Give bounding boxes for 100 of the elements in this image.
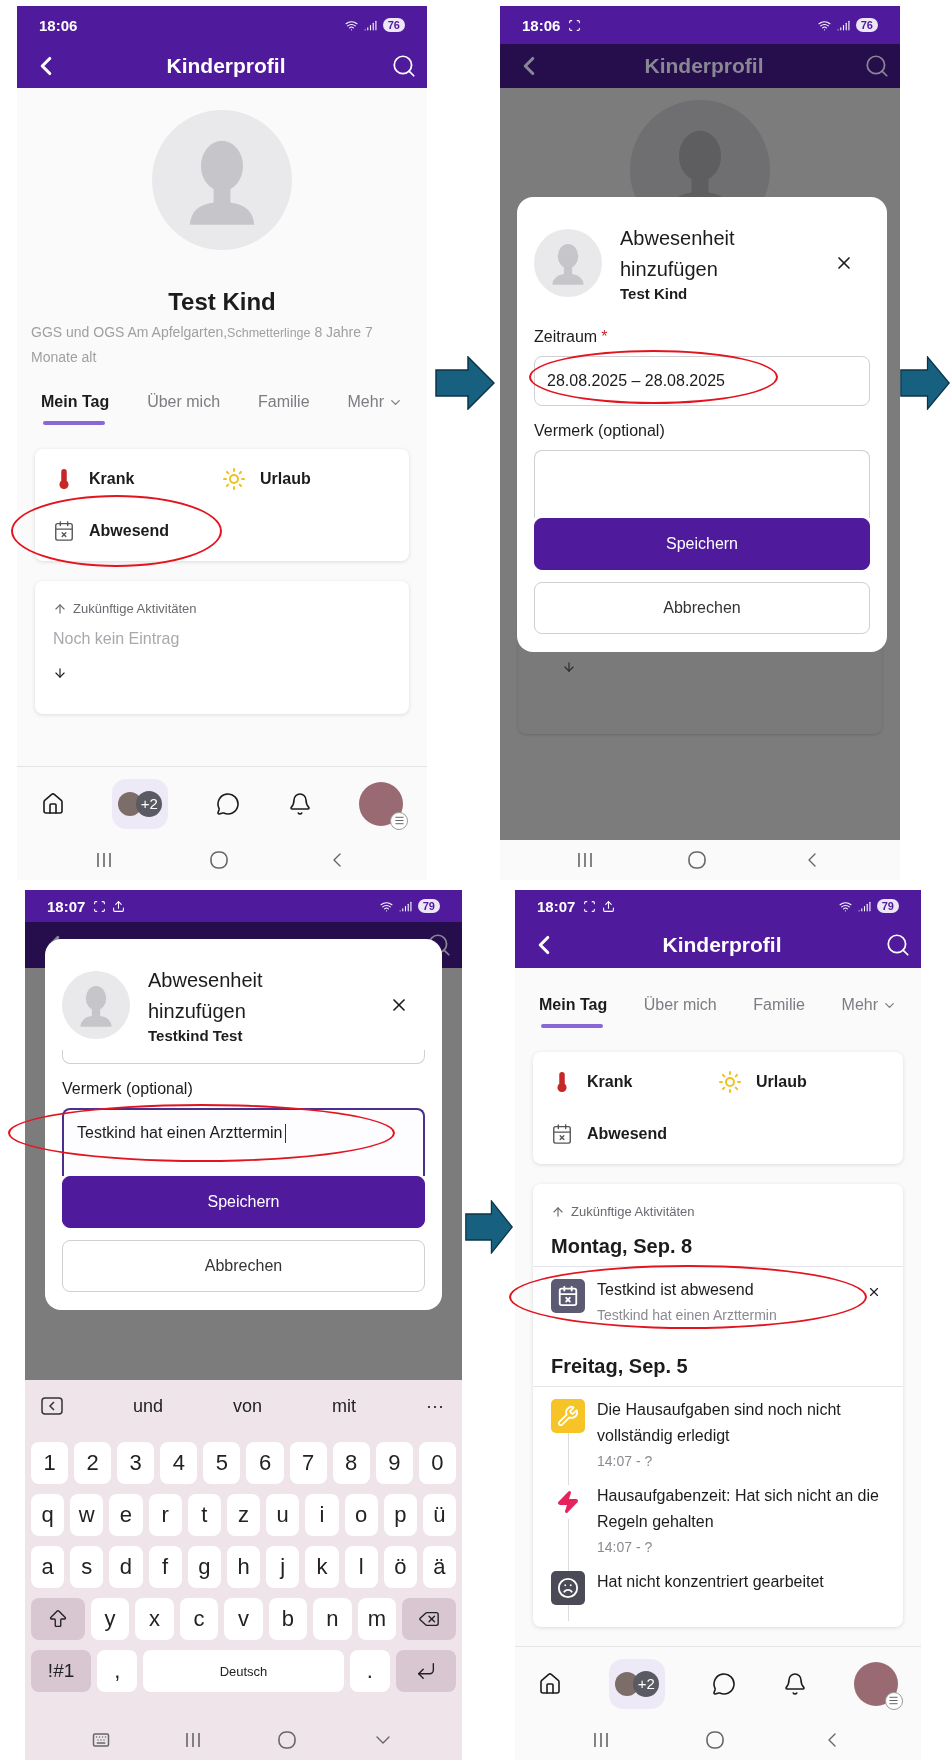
suggestion[interactable]: und — [133, 1395, 164, 1417]
search-icon[interactable] — [885, 932, 911, 958]
date-range-field[interactable]: 28.08.2025 – 28.08.2025 — [534, 356, 870, 406]
keyboard-key[interactable]: p — [383, 1494, 417, 1536]
keyboard-key[interactable]: h — [226, 1546, 261, 1588]
home-button-icon[interactable] — [705, 1730, 725, 1750]
keyboard-key[interactable]: u — [266, 1494, 300, 1536]
keyboard-key[interactable]: n — [313, 1598, 352, 1640]
recent-apps-icon[interactable] — [95, 851, 113, 869]
keyboard-key[interactable]: 8 — [332, 1442, 370, 1484]
keyboard-key[interactable]: t — [187, 1494, 221, 1536]
keyboard-key[interactable]: 4 — [160, 1442, 198, 1484]
chat-icon[interactable] — [216, 791, 240, 816]
suggestion[interactable]: mit — [332, 1395, 357, 1417]
home-button-icon[interactable] — [209, 850, 229, 870]
tab[interactable]: Über mich — [641, 986, 719, 1030]
suggestion[interactable]: von — [233, 1395, 263, 1417]
keyboard-key[interactable]: a — [31, 1546, 65, 1588]
status-option[interactable]: Krank — [551, 1056, 718, 1108]
keyboard-key[interactable]: 3 — [117, 1442, 155, 1484]
keyboard-key[interactable]: o — [344, 1494, 378, 1536]
search-icon[interactable] — [391, 53, 417, 79]
keyboard-key[interactable]: z — [226, 1494, 261, 1536]
keyboard-toggle-icon[interactable] — [41, 1397, 63, 1415]
keyboard-key[interactable]: x — [135, 1598, 174, 1640]
bell-icon[interactable] — [287, 791, 312, 816]
keyboard-key[interactable]: ö — [383, 1546, 417, 1588]
keyboard-key[interactable]: 0 — [418, 1442, 456, 1484]
keyboard-key[interactable]: , — [97, 1650, 138, 1692]
keyboard-key[interactable]: 7 — [289, 1442, 327, 1484]
shift-key[interactable] — [31, 1598, 85, 1640]
keyboard-key[interactable]: 9 — [375, 1442, 413, 1484]
close-icon[interactable] — [867, 1285, 881, 1299]
status-time: 18:06 — [39, 16, 78, 34]
keyboard-key[interactable]: j — [266, 1546, 300, 1588]
home-button-icon[interactable] — [276, 1730, 297, 1750]
keyboard-key[interactable]: g — [187, 1546, 221, 1588]
keyboard-key[interactable]: 5 — [203, 1442, 241, 1484]
save-button[interactable]: Speichern — [534, 518, 870, 570]
keyboard-key[interactable]: c — [179, 1598, 219, 1640]
keyboard-key[interactable]: . — [349, 1650, 390, 1692]
right-arrow-icon — [900, 356, 950, 410]
keyboard-key[interactable]: m — [357, 1598, 397, 1640]
menu-icon[interactable] — [390, 811, 409, 830]
arrow-up-icon[interactable] — [53, 601, 67, 616]
wifi-icon — [344, 18, 358, 32]
recent-apps-icon[interactable] — [592, 1731, 611, 1749]
keyboard-key[interactable]: k — [305, 1546, 339, 1588]
menu-icon[interactable] — [884, 1691, 903, 1710]
home-icon[interactable] — [40, 791, 65, 816]
keyboard-key[interactable]: ü — [422, 1494, 457, 1536]
keyboard-key[interactable]: 1 — [31, 1442, 69, 1484]
status-option[interactable]: Abwesend — [551, 1108, 718, 1160]
keyboard-key[interactable]: s — [70, 1546, 104, 1588]
cancel-button[interactable]: Abbrechen — [534, 582, 870, 634]
keyboard-key[interactable]: 2 — [74, 1442, 112, 1484]
keyboard-key[interactable]: 6 — [246, 1442, 284, 1484]
home-icon[interactable] — [538, 1671, 563, 1696]
keyboard-key[interactable]: e — [109, 1494, 143, 1536]
keyboard-key[interactable]: ä — [422, 1546, 457, 1588]
tab[interactable]: Mein Tag — [39, 383, 112, 427]
keyboard-key[interactable]: y — [90, 1598, 130, 1640]
status-option[interactable]: Krank — [53, 453, 222, 505]
keyboard-key[interactable]: b — [268, 1598, 308, 1640]
entry-time: 14:07 - ? — [597, 1539, 654, 1555]
note-field[interactable] — [534, 450, 870, 518]
more-button[interactable]: ··· — [426, 1395, 444, 1417]
note-field[interactable]: Testkind hat einen Arzttermin — [62, 1108, 425, 1176]
keyboard-key[interactable]: f — [148, 1546, 182, 1588]
status-option[interactable]: Abwesend — [53, 505, 222, 557]
cancel-button[interactable]: Abbrechen — [62, 1240, 425, 1292]
group-switcher[interactable]: +2 — [112, 778, 169, 829]
battery-level: 79 — [417, 899, 440, 913]
save-button[interactable]: Speichern — [62, 1176, 425, 1228]
keyboard-key[interactable]: v — [224, 1598, 263, 1640]
keyboard-key[interactable]: w — [70, 1494, 104, 1536]
home-button-icon[interactable] — [687, 850, 707, 870]
tab[interactable]: Mein Tag — [537, 986, 610, 1030]
entry-time: 14:07 - ? — [597, 1453, 654, 1469]
recent-apps-icon[interactable] — [576, 851, 595, 869]
entry-title: Die Hausaufgaben sind noch nicht vollständig erledigt — [597, 1400, 842, 1446]
recent-apps-icon[interactable] — [184, 1731, 203, 1749]
chat-icon[interactable] — [712, 1671, 736, 1696]
space-key[interactable]: Deutsch — [143, 1650, 344, 1692]
arrow-down-icon[interactable] — [53, 666, 67, 680]
bell-icon[interactable] — [782, 1671, 807, 1696]
keyboard-key[interactable]: d — [109, 1546, 143, 1588]
status-option[interactable]: Urlaub — [718, 1056, 885, 1108]
enter-key[interactable] — [395, 1650, 456, 1692]
status-option[interactable]: Urlaub — [222, 453, 391, 505]
group-switcher[interactable]: +2 — [609, 1658, 666, 1709]
tab[interactable]: Über mich — [145, 383, 223, 427]
symbols-key[interactable]: !#1 — [31, 1650, 92, 1692]
backspace-key[interactable] — [402, 1598, 456, 1640]
keyboard-key[interactable]: r — [148, 1494, 182, 1536]
keyboard-key[interactable]: l — [344, 1546, 378, 1588]
keyboard-icon[interactable] — [92, 1731, 111, 1749]
keyboard-key[interactable]: i — [305, 1494, 339, 1536]
input-field[interactable] — [62, 1050, 425, 1064]
keyboard-key[interactable]: q — [31, 1494, 65, 1536]
